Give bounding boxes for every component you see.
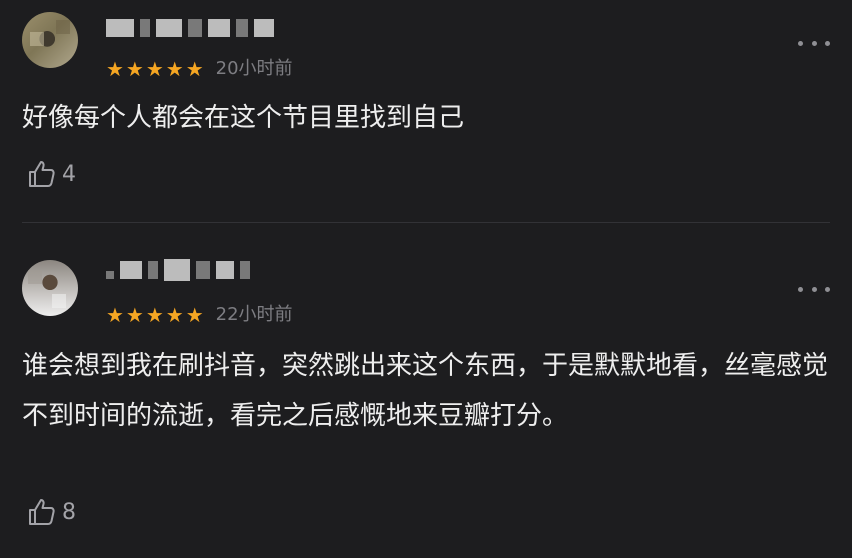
more-options-icon[interactable] xyxy=(798,284,830,294)
pixelation xyxy=(56,20,70,34)
star-rating: ★★★★★ xyxy=(106,57,206,81)
avatar[interactable] xyxy=(22,260,78,316)
comment-card: ★★★★★ 20小时前 好像每个人都会在这个节目里找到自己 4 xyxy=(0,0,852,222)
star-rating: ★★★★★ xyxy=(106,303,206,327)
more-options-icon[interactable] xyxy=(798,38,830,48)
like-count: 8 xyxy=(62,499,76,525)
comment-card: ★★★★★ 22小时前 谁会想到我在刷抖音，突然跳出来这个东西，于是默默地看，丝… xyxy=(0,224,852,558)
comment-meta: ★★★★★ 22小时前 xyxy=(106,304,293,326)
comment-text: 谁会想到我在刷抖音，突然跳出来这个东西，于是默默地看，丝毫感觉不到时间的流逝，看… xyxy=(22,351,829,431)
like-button[interactable]: 4 xyxy=(26,158,76,190)
thumbs-up-icon xyxy=(26,158,58,190)
comment-text: 好像每个人都会在这个节目里找到自己 xyxy=(22,103,465,133)
timestamp: 20小时前 xyxy=(215,58,293,79)
username-redacted[interactable] xyxy=(106,258,250,282)
avatar[interactable] xyxy=(22,12,78,68)
pixelation xyxy=(30,32,44,46)
like-button[interactable]: 8 xyxy=(26,496,76,528)
username-redacted[interactable] xyxy=(106,16,274,40)
pixelation xyxy=(52,294,66,308)
comment-meta: ★★★★★ 20小时前 xyxy=(106,58,293,80)
timestamp: 22小时前 xyxy=(215,304,293,325)
thumbs-up-icon xyxy=(26,496,58,528)
divider xyxy=(22,222,830,223)
like-count: 4 xyxy=(62,161,76,187)
pixelation xyxy=(28,270,42,284)
